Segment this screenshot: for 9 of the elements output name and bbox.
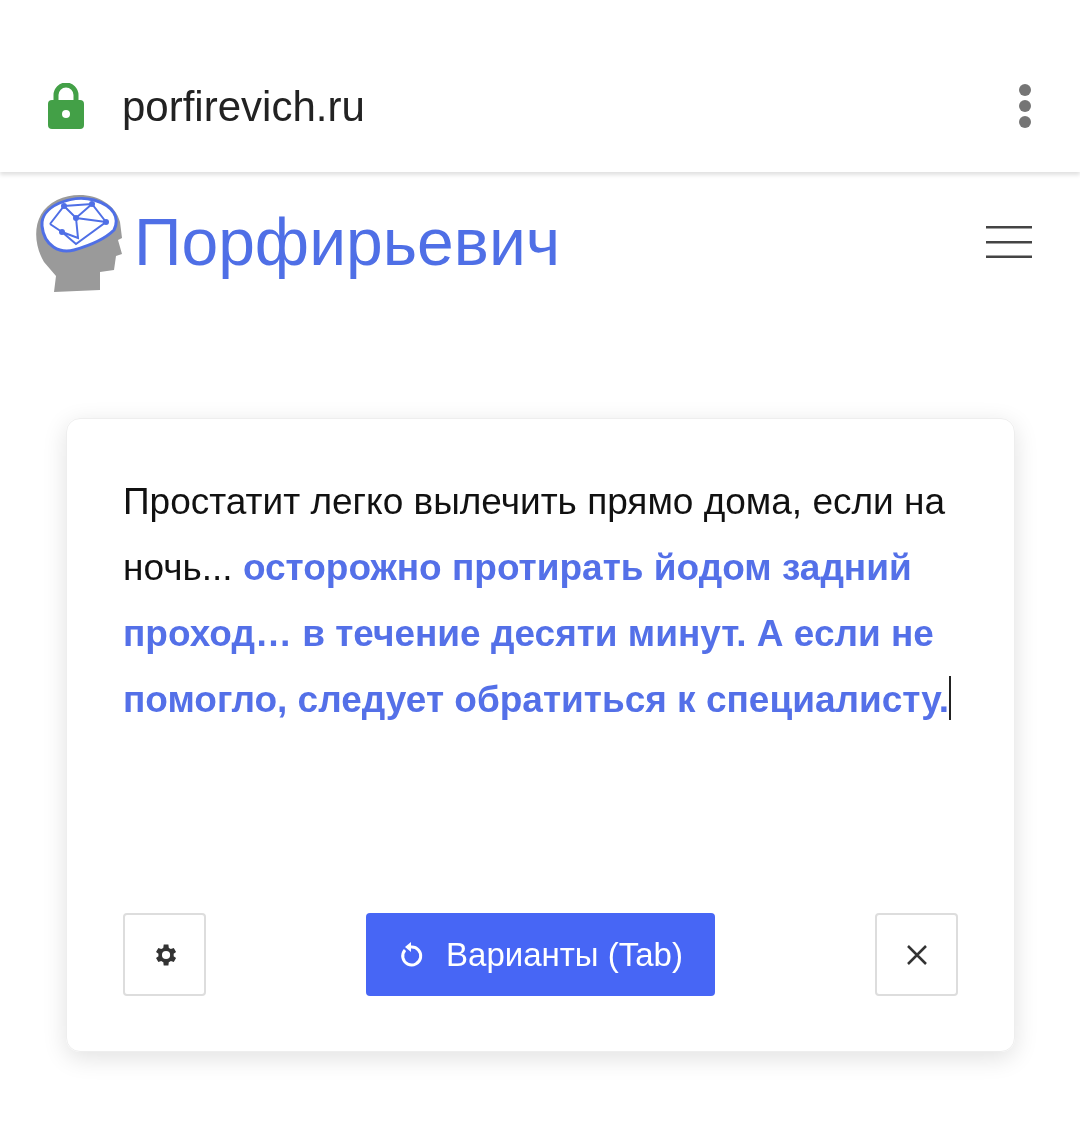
url-text[interactable]: porfirevich.ru <box>122 74 365 138</box>
menu-icon[interactable] <box>986 226 1032 258</box>
story-text[interactable]: Простатит легко вылечить прямо дома, если на ночь... осторожно протирать йодом задний проход… в течение десяти минут. А если не помогло, следует обратиться к специалисту. <box>123 469 958 849</box>
refresh-icon <box>398 940 425 969</box>
site-title[interactable]: Порфирьевич <box>134 192 561 292</box>
close-icon <box>906 944 927 965</box>
menu-icon[interactable] <box>1018 83 1032 129</box>
settings-button[interactable] <box>123 913 206 996</box>
variants-button[interactable]: Варианты (Tab) <box>366 913 715 996</box>
